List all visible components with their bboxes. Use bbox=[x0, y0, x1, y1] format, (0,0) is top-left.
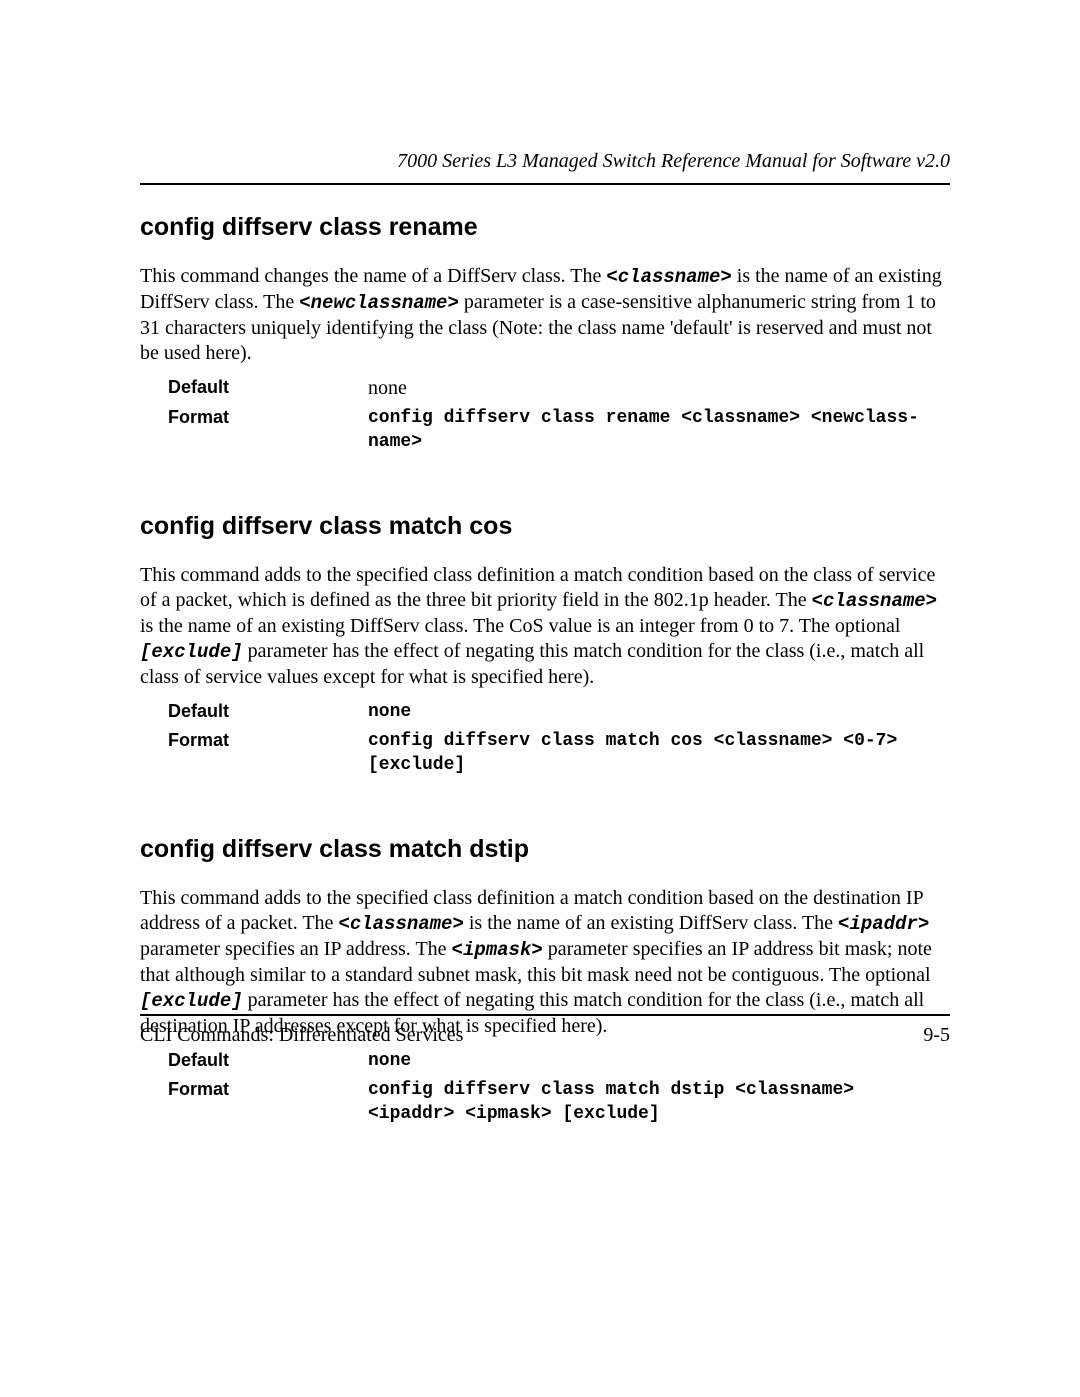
format-label: Format bbox=[168, 729, 368, 751]
inline-code: [exclude] bbox=[140, 990, 243, 1012]
header-rule bbox=[140, 183, 950, 185]
section-match-dstip: config diffserv class match dstip This c… bbox=[140, 835, 950, 1126]
format-value: config diffserv class rename <classname>… bbox=[368, 406, 950, 455]
default-label: Default bbox=[168, 700, 368, 722]
section-match-cos: config diffserv class match cos This com… bbox=[140, 512, 950, 777]
running-header: 7000 Series L3 Managed Switch Reference … bbox=[140, 150, 950, 183]
inline-code: <ipaddr> bbox=[838, 913, 929, 935]
default-label: Default bbox=[168, 1049, 368, 1071]
format-row: Format config diffserv class match dstip… bbox=[168, 1078, 950, 1127]
section-paragraph: This command changes the name of a DiffS… bbox=[140, 264, 950, 366]
page-content: 7000 Series L3 Managed Switch Reference … bbox=[0, 0, 1080, 1127]
inline-code: <classname> bbox=[606, 266, 731, 288]
definition-table: Default none Format config diffserv clas… bbox=[168, 700, 950, 778]
format-row: Format config diffserv class rename <cla… bbox=[168, 406, 950, 455]
definition-table: Default none Format config diffserv clas… bbox=[168, 376, 950, 455]
default-row: Default none bbox=[168, 1049, 950, 1073]
format-value: config diffserv class match cos <classna… bbox=[368, 729, 950, 778]
default-value: none bbox=[368, 700, 950, 724]
section-title: config diffserv class rename bbox=[140, 213, 950, 242]
definition-table: Default none Format config diffserv clas… bbox=[168, 1049, 950, 1127]
default-row: Default none bbox=[168, 700, 950, 724]
inline-code: <classname> bbox=[812, 590, 937, 612]
format-row: Format config diffserv class match cos <… bbox=[168, 729, 950, 778]
section-title: config diffserv class match cos bbox=[140, 512, 950, 541]
footer-right: 9-5 bbox=[923, 1024, 950, 1047]
default-row: Default none bbox=[168, 376, 950, 401]
default-value: none bbox=[368, 376, 950, 401]
format-value: config diffserv class match dstip <class… bbox=[368, 1078, 950, 1127]
inline-code: <ipmask> bbox=[452, 939, 543, 961]
section-paragraph: This command adds to the specified class… bbox=[140, 563, 950, 690]
page-footer: CLI Commands: Differentiated Services 9-… bbox=[140, 1014, 950, 1047]
inline-code: <newclassname> bbox=[299, 292, 459, 314]
default-label: Default bbox=[168, 376, 368, 398]
format-label: Format bbox=[168, 406, 368, 428]
default-value: none bbox=[368, 1049, 950, 1073]
format-label: Format bbox=[168, 1078, 368, 1100]
section-title: config diffserv class match dstip bbox=[140, 835, 950, 864]
footer-left: CLI Commands: Differentiated Services bbox=[140, 1024, 463, 1047]
footer-rule bbox=[140, 1014, 950, 1016]
section-rename: config diffserv class rename This comman… bbox=[140, 213, 950, 454]
inline-code: <classname> bbox=[338, 913, 463, 935]
inline-code: [exclude] bbox=[140, 641, 243, 663]
